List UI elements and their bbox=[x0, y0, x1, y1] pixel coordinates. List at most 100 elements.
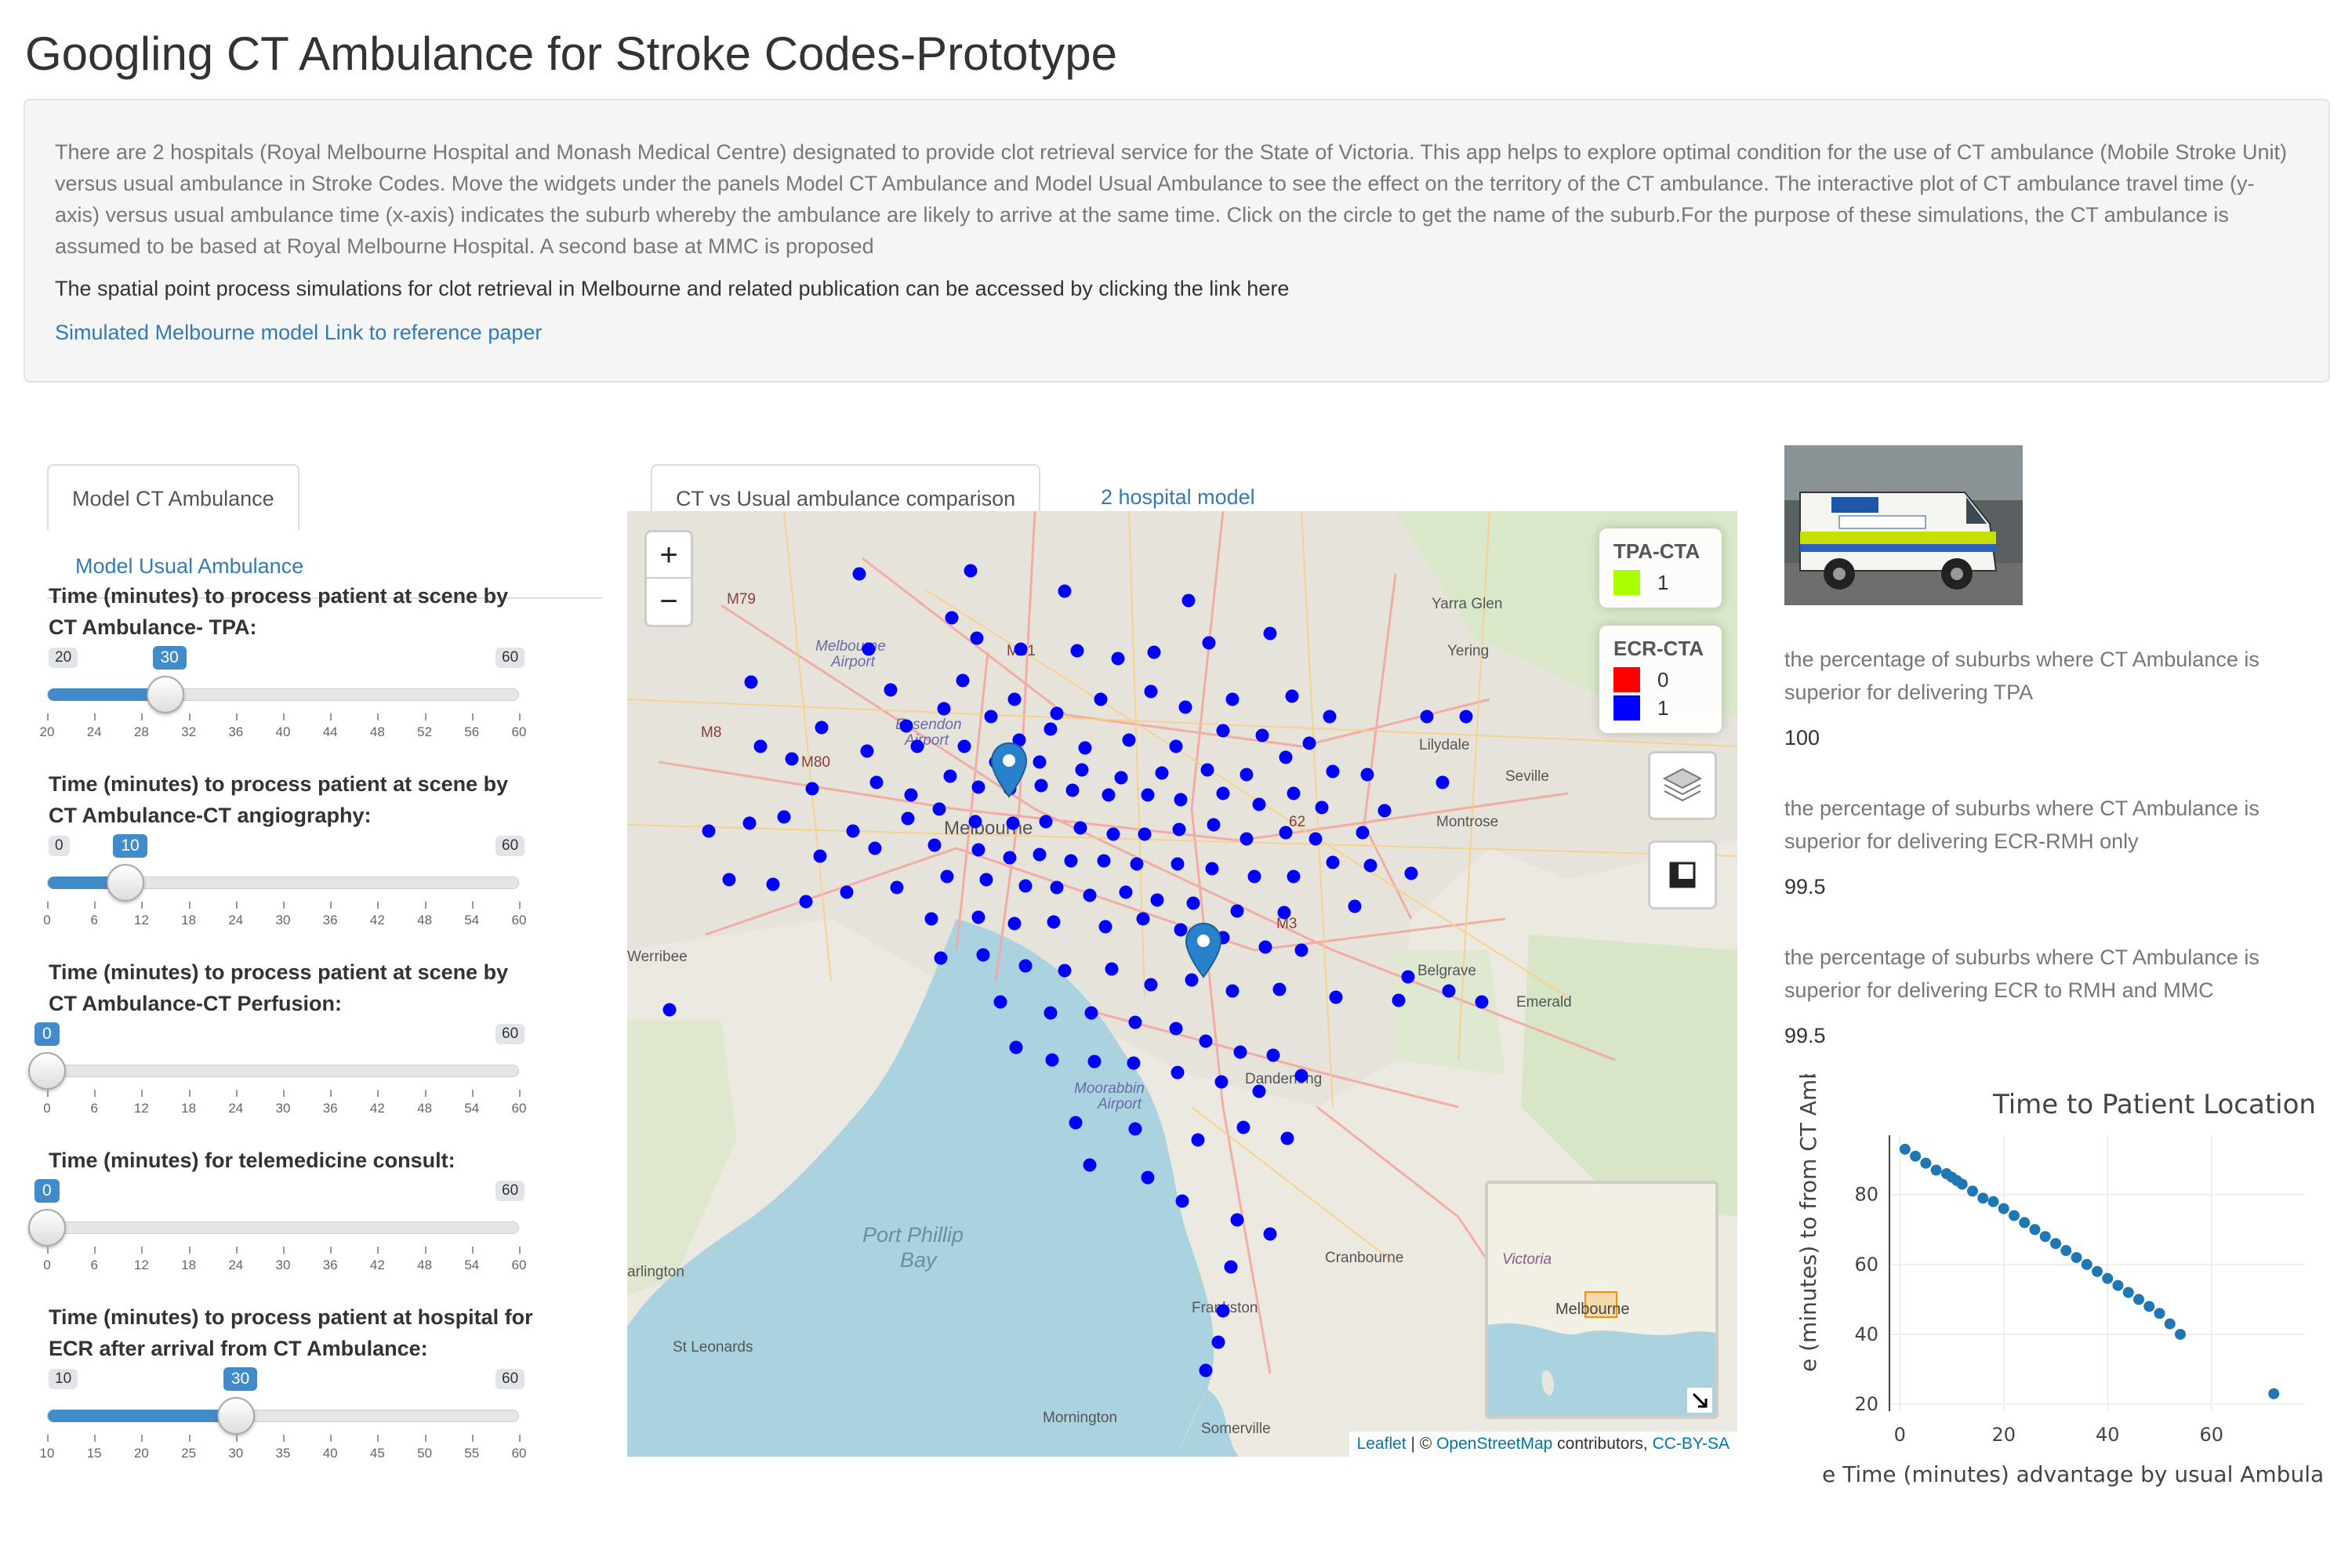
suburb-point[interactable] bbox=[1169, 1022, 1183, 1036]
suburb-point[interactable] bbox=[993, 995, 1007, 1009]
suburb-point[interactable] bbox=[1044, 722, 1058, 736]
slider-handle[interactable] bbox=[28, 1209, 66, 1247]
suburb-point[interactable] bbox=[1073, 821, 1087, 835]
suburb-point[interactable] bbox=[1224, 1260, 1238, 1274]
suburb-point[interactable] bbox=[742, 816, 757, 830]
hospital-marker-mmc[interactable] bbox=[1184, 922, 1223, 978]
suburb-point[interactable] bbox=[1007, 916, 1022, 931]
suburb-point[interactable] bbox=[1178, 700, 1192, 714]
suburb-point[interactable] bbox=[1191, 1133, 1205, 1147]
suburb-point[interactable] bbox=[1199, 1363, 1213, 1377]
suburb-point[interactable] bbox=[1230, 1213, 1244, 1227]
suburb-point[interactable] bbox=[1280, 1131, 1294, 1145]
suburb-point[interactable] bbox=[1252, 1084, 1266, 1098]
suburb-point[interactable] bbox=[1064, 854, 1078, 868]
suburb-point[interactable] bbox=[904, 788, 918, 802]
suburb-point[interactable] bbox=[1266, 1048, 1280, 1062]
slider-track[interactable] bbox=[47, 1065, 519, 1077]
suburb-point[interactable] bbox=[1225, 984, 1240, 998]
minimap[interactable]: Victoria Melbourne bbox=[1485, 1181, 1719, 1419]
zoom-in-button[interactable]: + bbox=[647, 532, 691, 579]
suburb-point[interactable] bbox=[1348, 899, 1362, 913]
suburb-point[interactable] bbox=[840, 885, 854, 899]
suburb-point[interactable] bbox=[964, 564, 978, 578]
suburb-point[interactable] bbox=[1078, 741, 1092, 755]
suburb-point[interactable] bbox=[785, 752, 799, 766]
suburb-point[interactable] bbox=[1308, 832, 1323, 846]
suburb-point[interactable] bbox=[869, 775, 884, 789]
suburb-point[interactable] bbox=[1392, 993, 1406, 1007]
suburb-point[interactable] bbox=[1122, 733, 1136, 747]
suburb-point[interactable] bbox=[1360, 768, 1374, 782]
suburb-point[interactable] bbox=[1240, 832, 1254, 846]
suburb-point[interactable] bbox=[815, 720, 829, 735]
suburb-point[interactable] bbox=[1247, 869, 1261, 884]
suburb-point[interactable] bbox=[860, 744, 874, 758]
suburb-point[interactable] bbox=[1230, 904, 1244, 918]
suburb-point[interactable] bbox=[1150, 893, 1164, 907]
osm-link[interactable]: OpenStreetMap bbox=[1436, 1435, 1552, 1453]
suburb-point[interactable] bbox=[1199, 1034, 1213, 1048]
suburb-point[interactable] bbox=[1186, 896, 1200, 910]
suburb-point[interactable] bbox=[945, 611, 959, 625]
suburb-point[interactable] bbox=[937, 702, 951, 716]
suburb-point[interactable] bbox=[976, 948, 990, 962]
slider-track[interactable] bbox=[47, 1221, 519, 1234]
suburb-point[interactable] bbox=[1377, 804, 1392, 818]
slider-track[interactable] bbox=[47, 688, 519, 701]
suburb-point[interactable] bbox=[1147, 645, 1161, 659]
suburb-point[interactable] bbox=[1263, 1227, 1277, 1241]
suburb-point[interactable] bbox=[1401, 970, 1415, 984]
suburb-point[interactable] bbox=[899, 719, 913, 733]
slider-handle[interactable] bbox=[146, 676, 184, 713]
suburb-point[interactable] bbox=[1420, 710, 1434, 724]
suburb-point[interactable] bbox=[1202, 636, 1216, 650]
suburb-point[interactable] bbox=[1216, 786, 1230, 800]
suburb-point[interactable] bbox=[1087, 1054, 1102, 1069]
suburb-point[interactable] bbox=[943, 769, 957, 783]
suburb-point[interactable] bbox=[970, 631, 984, 645]
suburb-point[interactable] bbox=[1144, 684, 1158, 699]
suburb-point[interactable] bbox=[1033, 848, 1047, 862]
fullscreen-control[interactable] bbox=[1648, 840, 1717, 909]
suburb-point[interactable] bbox=[1144, 978, 1158, 992]
minimap-toggle-icon[interactable] bbox=[1687, 1388, 1712, 1413]
suburb-point[interactable] bbox=[956, 673, 970, 688]
reference-paper-link[interactable]: Link to reference paper bbox=[325, 321, 543, 344]
suburb-point[interactable] bbox=[777, 810, 791, 824]
zoom-out-button[interactable]: − bbox=[647, 579, 691, 625]
suburb-point[interactable] bbox=[744, 675, 758, 689]
suburb-point[interactable] bbox=[1075, 763, 1089, 777]
suburb-point[interactable] bbox=[1475, 995, 1489, 1009]
suburb-point[interactable] bbox=[910, 739, 924, 753]
suburb-point[interactable] bbox=[957, 739, 971, 753]
suburb-point[interactable] bbox=[1009, 1040, 1023, 1054]
suburb-point[interactable] bbox=[1127, 1056, 1141, 1070]
suburb-point[interactable] bbox=[1279, 750, 1293, 764]
leaflet-link[interactable]: Leaflet bbox=[1357, 1435, 1406, 1453]
suburb-point[interactable] bbox=[1034, 779, 1048, 793]
suburb-point[interactable] bbox=[968, 815, 982, 829]
suburb-point[interactable] bbox=[753, 739, 768, 753]
suburb-point[interactable] bbox=[1069, 1116, 1083, 1130]
suburb-point[interactable] bbox=[722, 873, 736, 887]
suburb-point[interactable] bbox=[1326, 764, 1340, 779]
suburb-point[interactable] bbox=[1114, 771, 1128, 785]
suburb-point[interactable] bbox=[1233, 1045, 1247, 1059]
suburb-point[interactable] bbox=[1106, 827, 1120, 841]
slider-track[interactable] bbox=[47, 1410, 519, 1422]
suburb-point[interactable] bbox=[1094, 692, 1108, 706]
suburb-point[interactable] bbox=[1302, 736, 1316, 750]
suburb-point[interactable] bbox=[1045, 1053, 1059, 1067]
suburb-point[interactable] bbox=[1172, 822, 1186, 837]
suburb-point[interactable] bbox=[1171, 857, 1185, 871]
suburb-point[interactable] bbox=[1155, 766, 1169, 780]
suburb-point[interactable] bbox=[846, 824, 860, 838]
layers-control[interactable] bbox=[1648, 751, 1717, 820]
suburb-point[interactable] bbox=[1050, 880, 1064, 895]
suburb-point[interactable] bbox=[1065, 783, 1080, 797]
suburb-point[interactable] bbox=[1323, 710, 1337, 724]
suburb-point[interactable] bbox=[1205, 862, 1219, 876]
slider-handle[interactable] bbox=[216, 1397, 255, 1435]
suburb-point[interactable] bbox=[1018, 879, 1033, 893]
